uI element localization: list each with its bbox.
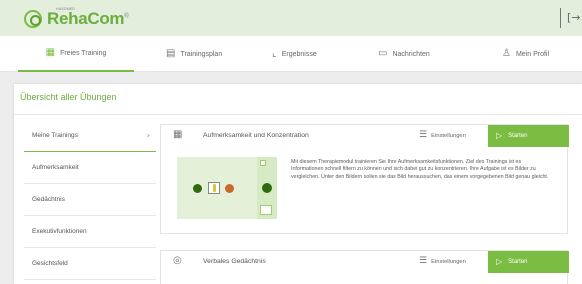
sidebar-item-label: Exekutivfunktionen [32,228,87,235]
sidebar-item-my-trainings[interactable]: Meine Trainings › [24,120,156,152]
preview-mini-box [260,205,272,215]
app-brand-name: RehaCom [47,9,125,28]
preview-mini-square [260,160,266,166]
tab-my-profile[interactable]: ♙ Mein Profil [502,36,549,72]
sliders-icon: ☰ [419,256,428,266]
logo-tagline: HASOMED [56,7,76,11]
grid-icon: ▦ [45,47,56,58]
tab-label: Mein Profil [515,50,550,58]
tab-training-plan[interactable]: ▤ Trainingsplan [166,36,222,72]
logo-mark-icon [24,10,42,28]
sliders-icon: ☰ [419,130,428,140]
tab-label: Freies Training [60,49,107,57]
sidebar-item-attention[interactable]: Aufmerksamkeit [24,152,156,184]
sidebar-item-executive-functions[interactable]: Exekutivfunktionen [24,216,156,248]
preview-dot-green [193,184,202,193]
card-header: ▦ Aufmerksamkeit und Konzentration ☰ Ein… [161,125,569,147]
message-icon: ▭ [378,48,388,59]
sidebar-item-visual-field[interactable]: Gesichtsfeld [24,248,156,280]
settings-label: Einstellungen [431,132,466,139]
overview-title: Übersicht aller Übungen [20,92,117,102]
settings-button[interactable]: ☰ Einstellungen [419,257,466,266]
chart-icon: ⌞ [272,48,277,59]
user-icon: ♙ [502,48,511,59]
app-brand: RehaCom® [47,9,129,29]
card-header: ◎ Verbales Gedächtnis ☰ Einstellungen ▷ … [161,251,569,273]
sidebar-item-memory[interactable]: Gedächtnis [24,184,156,216]
main-nav: ▦ Freies Training ▤ Trainingsplan ⌞ Erge… [0,36,582,72]
settings-label: Einstellungen [431,258,466,265]
card-title: Verbales Gedächtnis [203,258,266,265]
top-bar: HASOMED RehaCom® [→ [0,0,582,36]
card-title: Aufmerksamkeit und Konzentration [203,132,309,139]
rehacom-logo[interactable]: HASOMED RehaCom® [24,7,129,30]
speech-icon: ◎ [173,255,182,266]
panel-divider [14,114,582,115]
tab-results[interactable]: ⌞ Ergebnisse [272,36,317,72]
chevron-right-icon: › [146,131,150,140]
category-sidebar: Meine Trainings › Aufmerksamkeit Gedächt… [24,120,156,280]
tab-label: Ergebnisse [281,50,317,58]
exercise-card-verbal-memory: ◎ Verbales Gedächtnis ☰ Einstellungen ▷ … [160,250,569,284]
start-label: Starten [508,259,528,265]
logout-icon[interactable]: [→ [567,12,581,23]
tab-messages[interactable]: ▭ Nachrichten [378,36,430,72]
tab-free-training[interactable]: ▦ Freies Training [18,36,134,72]
sidebar-item-label: Gedächtnis [32,196,65,203]
calendar-icon: ▤ [166,48,176,59]
play-icon: ▷ [496,131,503,140]
exercise-card-attention: ▦ Aufmerksamkeit und Konzentration ☰ Ein… [160,124,569,234]
settings-button[interactable]: ☰ Einstellungen [419,131,466,140]
preview-dot-orange [225,184,234,193]
sidebar-item-label: Aufmerksamkeit [32,164,79,171]
exercise-preview-image [177,157,277,219]
topbar-divider [560,8,561,28]
preview-target-dot [262,183,272,193]
start-button[interactable]: ▷ Starten [488,251,569,273]
card-description: Mit diesem Therapiemodul trainieren Sie … [291,159,549,180]
app-brand-mark: ® [124,13,129,20]
start-label: Starten [508,133,528,139]
play-icon: ▷ [496,257,503,266]
sidebar-item-label: Gesichtsfeld [32,260,68,267]
tab-label: Nachrichten [392,50,430,58]
start-button[interactable]: ▷ Starten [488,125,569,147]
preview-banana-card [208,182,220,194]
sidebar-item-label: Meine Trainings [32,132,78,139]
tab-label: Trainingsplan [180,50,223,58]
grid-icon: ▦ [173,129,183,140]
